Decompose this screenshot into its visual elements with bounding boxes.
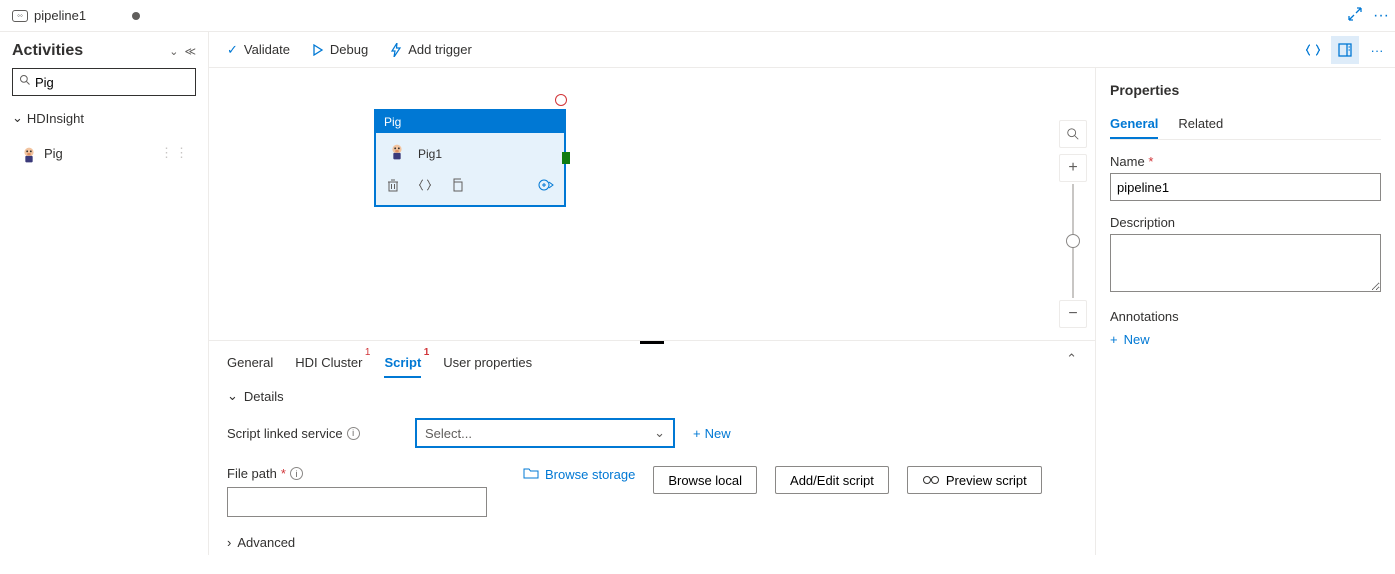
add-edit-script-button[interactable]: Add/Edit script (775, 466, 889, 494)
collapse-sidebar-icon[interactable]: ≪ (184, 45, 196, 58)
description-input[interactable] (1110, 234, 1381, 292)
validation-error-icon (555, 94, 567, 106)
add-trigger-button[interactable]: Add trigger (390, 42, 472, 57)
name-input[interactable] (1110, 173, 1381, 201)
lightning-icon (390, 43, 402, 57)
select-placeholder: Select... (425, 426, 472, 441)
linked-service-label: Script linked service (227, 426, 343, 441)
plus-icon: + (1110, 332, 1118, 347)
pig-icon (386, 141, 408, 166)
details-label: Details (244, 389, 284, 404)
more-icon[interactable]: ··· (1373, 7, 1389, 25)
error-badge: 1 (365, 347, 371, 358)
properties-title: Properties (1110, 82, 1381, 98)
pipeline-canvas[interactable]: Pig Pig1 + − (209, 68, 1095, 340)
code-view-button[interactable] (1299, 36, 1327, 64)
properties-panel: Properties General Related Name * Descri… (1095, 68, 1395, 555)
debug-label: Debug (330, 42, 368, 57)
tab-title: pipeline1 (34, 8, 86, 23)
copy-icon[interactable] (450, 178, 464, 197)
zoom-controls: + − (1059, 120, 1087, 328)
preview-icon (922, 473, 940, 488)
zoom-slider[interactable] (1072, 184, 1074, 298)
sidebar-title: Activities (12, 42, 83, 60)
trigger-label: Add trigger (408, 42, 472, 57)
annotations-label: Annotations (1110, 309, 1381, 324)
node-name: Pig1 (418, 147, 442, 161)
chevron-down-icon: ⌄ (227, 388, 238, 404)
info-icon[interactable]: i (347, 427, 360, 440)
advanced-label: Advanced (237, 535, 295, 550)
props-tab-general[interactable]: General (1110, 110, 1158, 139)
new-linked-service-button[interactable]: + New (693, 426, 731, 441)
pipeline-icon: ◦◦ (12, 10, 28, 22)
node-type: Pig (376, 111, 564, 133)
new-annotation-button[interactable]: + New (1110, 332, 1381, 347)
activity-pig[interactable]: Pig ⋮⋮ (12, 140, 196, 166)
search-icon (19, 73, 31, 91)
chevron-down-icon[interactable]: ⌄ (169, 45, 178, 58)
preview-script-button[interactable]: Preview script (907, 466, 1042, 494)
delete-icon[interactable] (386, 178, 400, 197)
category-label: HDInsight (27, 111, 84, 126)
required-indicator: * (281, 466, 286, 481)
validate-label: Validate (244, 42, 290, 57)
linked-service-select[interactable]: Select... ⌄ (415, 418, 675, 448)
expand-output-icon[interactable] (538, 178, 554, 197)
filepath-input[interactable] (227, 487, 487, 517)
details-toggle[interactable]: ⌄ Details (227, 388, 1077, 404)
description-label: Description (1110, 215, 1381, 230)
unsaved-indicator-icon (132, 12, 140, 20)
bottom-panel: General HDI Cluster1 Script1 User proper… (209, 340, 1095, 555)
tab-script[interactable]: Script1 (384, 349, 421, 378)
plus-icon: + (693, 426, 701, 441)
folder-icon (523, 466, 539, 483)
category-hdinsight[interactable]: ⌄ HDInsight (12, 110, 196, 126)
chevron-down-icon: ⌄ (12, 110, 23, 126)
browse-storage-button[interactable]: Browse storage (523, 466, 635, 483)
search-field[interactable] (35, 75, 189, 90)
props-tab-related[interactable]: Related (1178, 110, 1223, 139)
advanced-toggle[interactable]: › Advanced (227, 535, 1077, 550)
filepath-label: File path (227, 466, 277, 481)
zoom-out-button[interactable]: − (1059, 300, 1087, 328)
chevron-down-icon: ⌄ (654, 425, 665, 441)
drag-handle-icon[interactable]: ⋮⋮ (160, 145, 190, 161)
code-icon[interactable] (418, 178, 432, 197)
more-button[interactable]: ··· (1363, 36, 1391, 64)
chevron-right-icon: › (227, 535, 231, 550)
tab-user-properties[interactable]: User properties (443, 349, 532, 378)
output-handle[interactable] (562, 152, 570, 164)
check-icon: ✓ (227, 42, 238, 58)
zoom-thumb[interactable] (1066, 234, 1080, 248)
debug-button[interactable]: Debug (312, 42, 368, 57)
pig-icon (18, 144, 36, 162)
fit-button[interactable] (1059, 120, 1087, 148)
collapse-panel-icon[interactable]: ⌃ (1066, 351, 1077, 367)
zoom-in-button[interactable]: + (1059, 154, 1087, 182)
tab-general[interactable]: General (227, 349, 273, 378)
activities-sidebar: Activities ⌄ ≪ ⌄ HDInsight Pig ⋮⋮ (0, 32, 208, 555)
properties-toggle-button[interactable] (1331, 36, 1359, 64)
pipeline-tab[interactable]: ◦◦ pipeline1 (0, 0, 152, 31)
info-icon[interactable]: i (290, 467, 303, 480)
bottom-tabs: General HDI Cluster1 Script1 User proper… (209, 341, 1095, 378)
tab-bar: ◦◦ pipeline1 ··· (0, 0, 1395, 32)
pipeline-toolbar: ✓ Validate Debug Add trigger ··· (209, 32, 1395, 68)
name-label: Name * (1110, 154, 1381, 169)
validate-button[interactable]: ✓ Validate (227, 42, 290, 58)
activity-node-pig[interactable]: Pig Pig1 (375, 110, 565, 206)
activity-label: Pig (44, 146, 63, 161)
tab-hdi-cluster[interactable]: HDI Cluster1 (295, 349, 362, 378)
search-input[interactable] (12, 68, 196, 96)
error-badge: 1 (424, 347, 430, 358)
expand-icon[interactable] (1347, 6, 1363, 27)
main-area: ✓ Validate Debug Add trigger ··· (208, 32, 1395, 555)
browse-local-button[interactable]: Browse local (653, 466, 757, 494)
play-icon (312, 44, 324, 56)
